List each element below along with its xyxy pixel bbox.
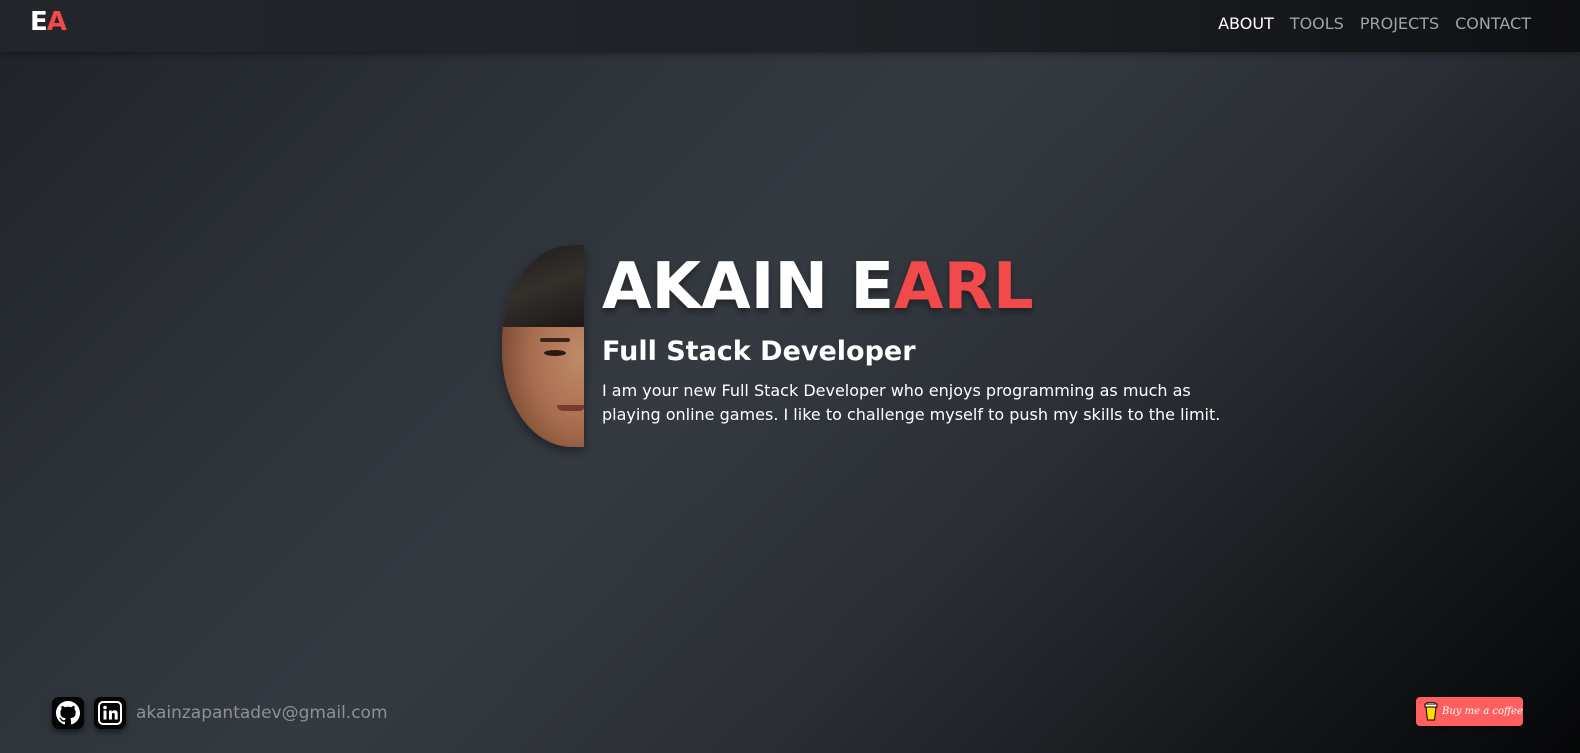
profile-photo-brow <box>540 338 570 342</box>
site-logo[interactable]: EA <box>30 7 67 37</box>
hero-name-white: AKAIN E <box>602 250 895 324</box>
buy-me-a-coffee-button[interactable]: Buy me a coffee <box>1416 697 1523 726</box>
logo-letter-a: A <box>46 7 67 37</box>
contact-email[interactable]: akainzapantadev@gmail.com <box>136 703 388 723</box>
footer-contacts: akainzapantadev@gmail.com <box>52 697 388 729</box>
nav-link-about[interactable]: ABOUT <box>1218 14 1274 33</box>
hero-role: Full Stack Developer <box>602 336 916 367</box>
linkedin-button[interactable] <box>94 697 126 729</box>
github-icon <box>56 701 80 725</box>
profile-photo-eye <box>544 350 566 356</box>
nav-link-contact[interactable]: CONTACT <box>1455 14 1531 33</box>
hero-name: AKAIN EARL <box>602 247 1034 327</box>
nav-links: ABOUT TOOLS PROJECTS CONTACT <box>1218 14 1531 33</box>
coffee-button-label: Buy me a coffee <box>1442 706 1523 717</box>
profile-photo-mouth <box>557 405 584 411</box>
nav-link-tools[interactable]: TOOLS <box>1290 14 1344 33</box>
profile-photo-hair <box>502 245 584 327</box>
nav-link-projects[interactable]: PROJECTS <box>1360 14 1439 33</box>
navbar: EA ABOUT TOOLS PROJECTS CONTACT <box>0 0 1580 52</box>
linkedin-icon <box>98 701 122 725</box>
logo-letter-e: E <box>30 7 48 37</box>
github-button[interactable] <box>52 697 84 729</box>
coffee-cup-icon <box>1424 701 1438 720</box>
hero-bio: I am your new Full Stack Developer who e… <box>602 381 1221 424</box>
hero-name-red: ARL <box>894 250 1034 324</box>
profile-photo <box>502 245 584 447</box>
